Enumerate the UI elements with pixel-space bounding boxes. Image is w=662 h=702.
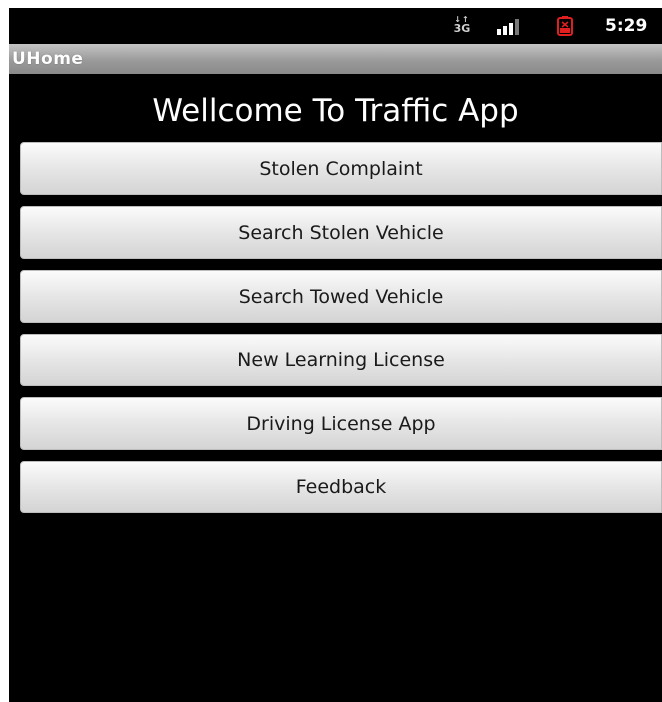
app-screen: ↓↑ 3G 5:29 UHome Wellcome To Traffic App xyxy=(9,8,662,702)
empty-content-area xyxy=(9,568,662,702)
battery-alert-icon xyxy=(557,16,573,36)
feedback-button[interactable]: Feedback xyxy=(20,461,662,513)
page: ↓↑ 3G 5:29 UHome Wellcome To Traffic App xyxy=(0,0,662,702)
new-learning-license-button[interactable]: New Learning License xyxy=(20,334,662,386)
main-menu: Stolen Complaint Search Stolen Vehicle S… xyxy=(20,142,662,524)
stolen-complaint-button[interactable]: Stolen Complaint xyxy=(20,142,662,195)
search-towed-vehicle-button[interactable]: Search Towed Vehicle xyxy=(20,270,662,323)
status-bar: ↓↑ 3G 5:29 xyxy=(9,8,662,44)
window-title: UHome xyxy=(12,49,84,69)
status-clock: 5:29 xyxy=(605,16,648,36)
welcome-heading: Wellcome To Traffic App xyxy=(152,93,519,129)
search-stolen-vehicle-button[interactable]: Search Stolen Vehicle xyxy=(20,206,662,259)
driving-license-app-button[interactable]: Driving License App xyxy=(20,397,662,450)
network-type-label: 3G xyxy=(453,22,471,35)
signal-bars-icon xyxy=(497,19,519,35)
network-3g-icon: ↓↑ 3G xyxy=(452,15,472,37)
title-bar: UHome xyxy=(9,44,662,74)
